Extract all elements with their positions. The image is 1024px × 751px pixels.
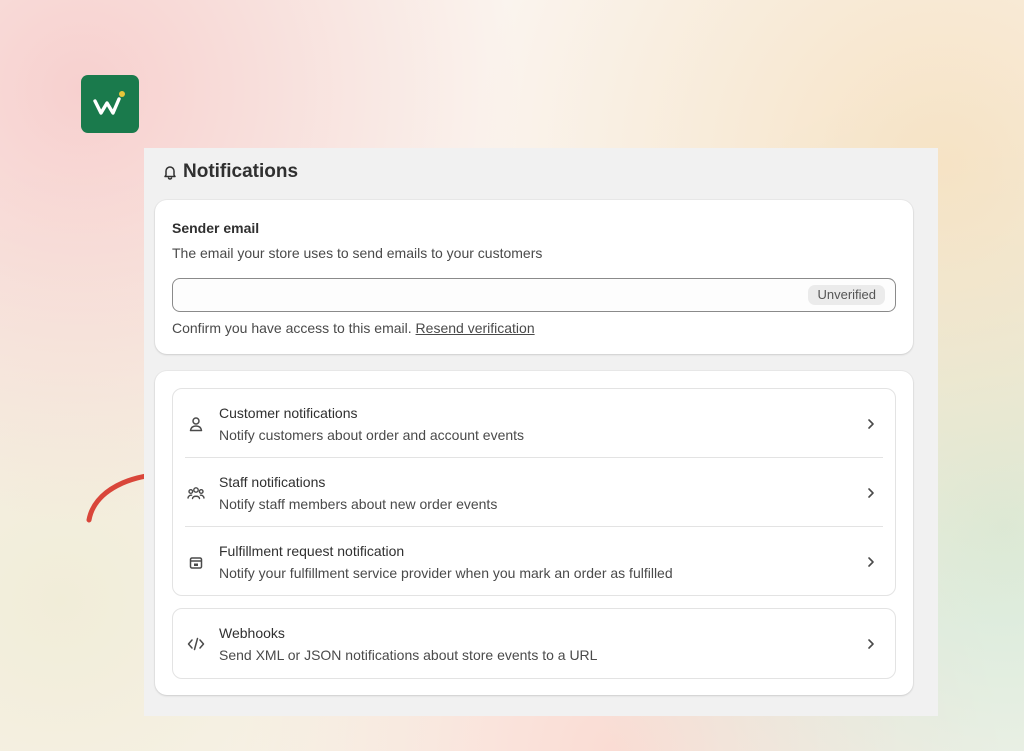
fulfillment-request-row[interactable]: Fulfillment request notification Notify …: [173, 527, 895, 596]
bell-icon: [164, 166, 176, 180]
webhooks-text: Webhooks Send XML or JSON notifications …: [219, 625, 597, 663]
customer-notifications-description: Notify customers about order and account…: [219, 426, 525, 443]
code-icon: [187, 635, 205, 653]
confirm-access-text: Confirm you have access to this email. R…: [172, 320, 896, 336]
confirm-access-label: Confirm you have access to this email.: [172, 320, 412, 336]
staff-notifications-title: Staff notifications: [219, 473, 326, 490]
webhooks-group: Webhooks Send XML or JSON notifications …: [172, 608, 896, 679]
fulfillment-request-title: Fulfillment request notification: [219, 542, 405, 559]
notification-types-card: Customer notifications Notify customers …: [155, 371, 913, 695]
customer-notifications-title: Customer notifications: [219, 404, 358, 421]
person-icon: [187, 415, 205, 433]
sender-email-title: Sender email: [172, 220, 260, 236]
fulfillment-request-text: Fulfillment request notification Notify …: [219, 543, 673, 581]
fulfillment-request-description: Notify your fulfillment service provider…: [219, 564, 673, 581]
sender-email-description: The email your store uses to send emails…: [172, 245, 543, 261]
resend-verification-link[interactable]: Resend verification: [416, 320, 535, 336]
sender-email-card: Sender email The email your store uses t…: [155, 200, 913, 354]
store-icon: [187, 553, 205, 571]
page-title: Notifications: [162, 161, 298, 183]
page-title-text: Notifications: [183, 161, 299, 182]
customer-notifications-text: Customer notifications Notify customers …: [219, 405, 524, 443]
chevron-right-icon: [868, 418, 874, 429]
chevron-right-icon: [868, 638, 874, 649]
staff-notifications-text: Staff notifications Notify staff members…: [219, 474, 497, 512]
notification-group: Customer notifications Notify customers …: [172, 388, 896, 596]
unverified-badge: Unverified: [808, 285, 885, 305]
webhooks-title: Webhooks: [219, 624, 285, 641]
webhooks-row[interactable]: Webhooks Send XML or JSON notifications …: [173, 609, 895, 678]
chevron-right-icon: [868, 556, 874, 567]
staff-notifications-row[interactable]: Staff notifications Notify staff members…: [173, 458, 895, 527]
staff-notifications-description: Notify staff members about new order eve…: [219, 495, 498, 512]
sender-email-field[interactable]: Unverified: [172, 278, 896, 312]
chevron-right-icon: [868, 487, 874, 498]
sender-email-input[interactable]: [173, 279, 773, 311]
customer-notifications-row[interactable]: Customer notifications Notify customers …: [173, 389, 895, 458]
webhooks-description: Send XML or JSON notifications about sto…: [219, 646, 598, 663]
logo-w-icon: [93, 91, 125, 115]
notifications-panel: Notifications Sender email The email you…: [144, 148, 938, 716]
brand-logo: [81, 75, 139, 133]
people-icon: [187, 484, 205, 502]
